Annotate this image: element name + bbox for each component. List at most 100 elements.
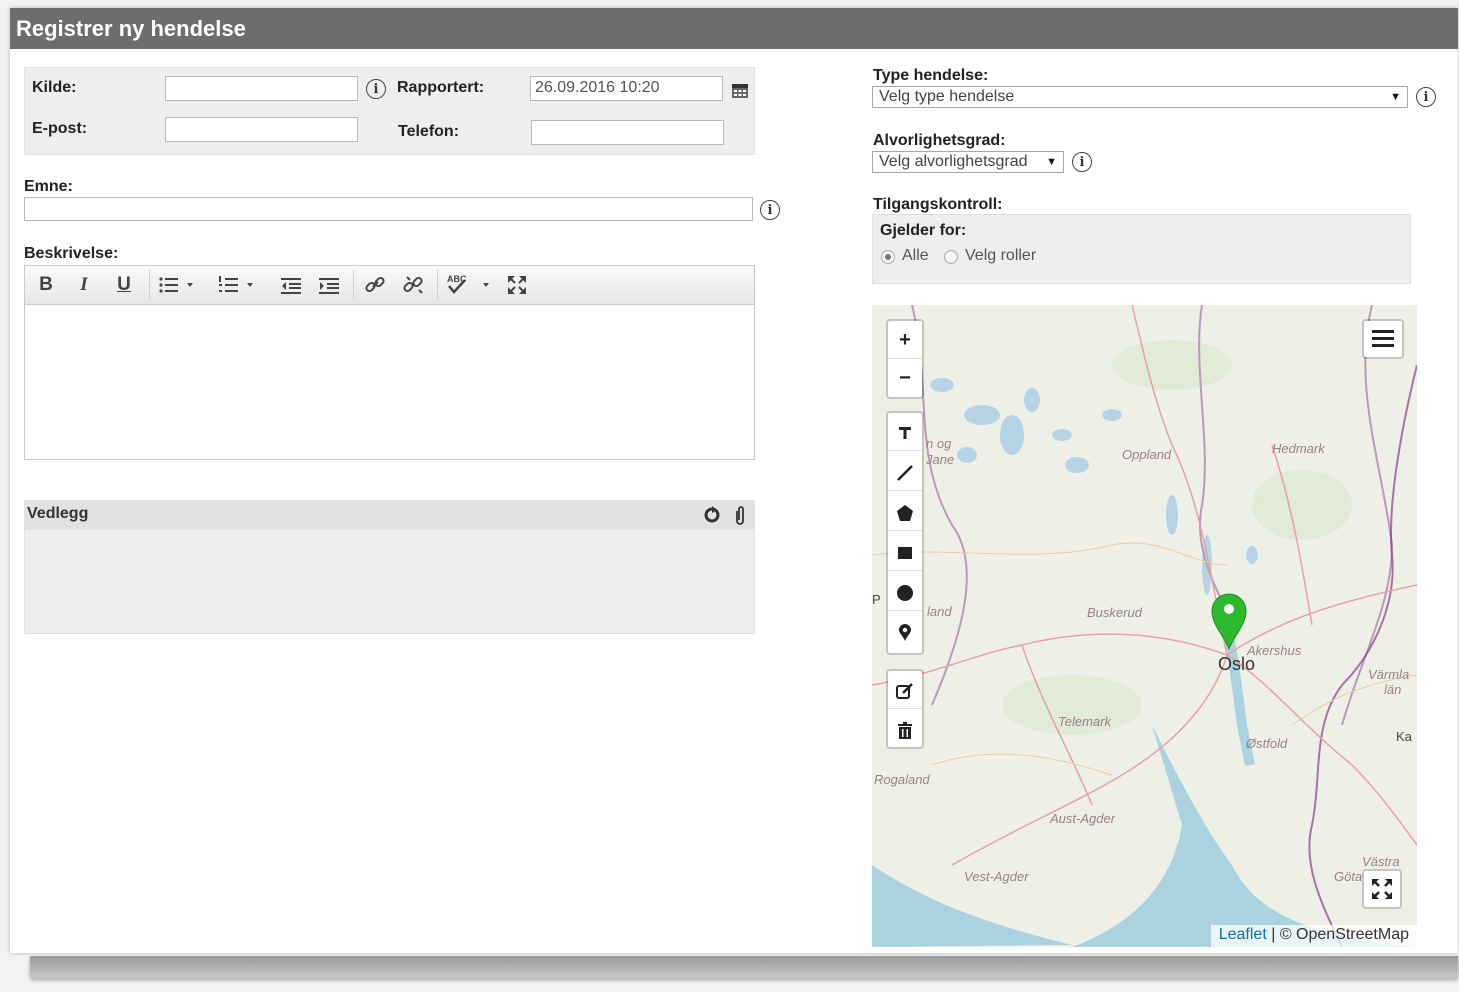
map-attribution: Leaflet | © OpenStreetMap xyxy=(1210,925,1417,947)
attachments-header xyxy=(24,500,755,530)
event-type-info-icon[interactable]: i xyxy=(1416,87,1436,107)
trash-icon xyxy=(898,721,912,739)
attachments-label: Vedlegg xyxy=(27,505,89,522)
circle-icon xyxy=(897,584,913,601)
delete-layers-button[interactable] xyxy=(888,711,922,749)
underline-button[interactable]: U xyxy=(111,272,137,298)
draw-toolbar xyxy=(886,411,924,655)
draw-rectangle-button[interactable] xyxy=(888,533,922,571)
polygon-icon xyxy=(897,504,913,521)
zoom-in-button[interactable]: + xyxy=(888,321,922,359)
event-type-label: Type hendelse: xyxy=(873,67,989,84)
draw-polyline-button[interactable] xyxy=(888,453,922,491)
map-label-land: land xyxy=(927,604,952,619)
bullet-list-icon xyxy=(159,277,193,293)
radio-roles-label: Velg roller xyxy=(965,247,1037,264)
draw-polygon-button[interactable] xyxy=(888,493,922,531)
email-input[interactable] xyxy=(165,117,358,142)
refresh-icon[interactable] xyxy=(703,506,721,524)
radio-roles[interactable] xyxy=(944,250,958,264)
subject-input[interactable] xyxy=(24,197,753,221)
draw-circle-button[interactable] xyxy=(888,573,922,611)
map[interactable]: Oppland Hedmark Buskerud Akershus Oslo T… xyxy=(872,305,1417,947)
access-label: Tilgangskontroll: xyxy=(873,196,1003,213)
radio-all[interactable] xyxy=(881,250,895,264)
menu-icon xyxy=(1372,330,1394,347)
zoom-out-button[interactable]: − xyxy=(888,359,922,397)
toolbar-separator xyxy=(149,270,150,300)
source-info-icon[interactable]: i xyxy=(366,79,386,99)
indent-icon xyxy=(319,278,339,294)
draw-marker-button[interactable] xyxy=(888,613,922,651)
calendar-icon[interactable] xyxy=(731,81,749,99)
outdent-button[interactable] xyxy=(277,272,305,298)
severity-label: Alvorlighetsgrad: xyxy=(873,132,1006,149)
numbered-list-icon xyxy=(219,276,253,292)
subject-info-icon[interactable]: i xyxy=(760,200,780,220)
dropdown-arrow-icon: ▼ xyxy=(1390,91,1401,103)
subject-label: Emne: xyxy=(24,178,73,195)
text-tool-icon xyxy=(899,426,911,439)
severity-selected: Velg alvorlighetsgrad xyxy=(879,153,1028,170)
spellcheck-button[interactable]: ABC xyxy=(443,272,495,298)
map-label-hedmark: Hedmark xyxy=(1272,441,1325,456)
unlink-button[interactable] xyxy=(399,272,427,298)
phone-input[interactable] xyxy=(531,120,724,145)
description-label: Beskrivelse: xyxy=(24,245,119,262)
edit-layers-button[interactable] xyxy=(888,671,922,709)
numbered-list-button[interactable] xyxy=(217,272,257,298)
map-label-ka: Ka xyxy=(1396,729,1412,744)
source-input[interactable] xyxy=(165,76,358,101)
edit-toolbar xyxy=(886,669,924,749)
description-editor[interactable] xyxy=(24,305,755,460)
map-label-sogn: n og xyxy=(926,436,952,451)
map-label-telemark: Telemark xyxy=(1058,714,1111,729)
map-label-aust-agder: Aust-Agder xyxy=(1050,811,1116,826)
map-label-rogaland: Rogaland xyxy=(874,772,930,787)
severity-info-icon[interactable]: i xyxy=(1072,152,1092,172)
map-label-vest-agder: Vest-Agder xyxy=(964,869,1029,884)
page-title: Registrer ny hendelse xyxy=(10,8,1458,49)
event-type-selected: Velg type hendelse xyxy=(879,88,1015,105)
draw-text-button[interactable] xyxy=(888,413,922,451)
map-label-fjordane: Jane xyxy=(926,452,955,467)
location-marker[interactable] xyxy=(1210,591,1248,651)
edit-icon xyxy=(896,682,913,699)
email-label: E-post: xyxy=(32,120,88,137)
unlink-icon xyxy=(403,276,423,294)
map-label-p: P xyxy=(872,592,881,607)
map-fullscreen-button[interactable] xyxy=(1362,869,1402,909)
source-label: Kilde: xyxy=(32,79,77,96)
bottom-scrollbar[interactable] xyxy=(30,956,1458,978)
map-label-varmland: Värmla xyxy=(1368,667,1410,682)
phone-label: Telefon: xyxy=(398,123,460,140)
marker-icon xyxy=(899,623,911,641)
bullet-list-button[interactable] xyxy=(157,272,197,298)
paperclip-icon[interactable] xyxy=(733,505,747,527)
severity-select[interactable]: Velg alvorlighetsgrad ▼ xyxy=(872,151,1064,173)
applies-label: Gjelder for: xyxy=(880,222,967,239)
fullscreen-icon xyxy=(508,276,526,294)
bold-button[interactable]: B xyxy=(33,272,59,298)
radio-all-label: Alle xyxy=(902,247,929,264)
map-label-akershus: Akershus xyxy=(1247,643,1302,658)
map-label-oppland: Oppland xyxy=(1122,447,1172,462)
fullscreen-button[interactable] xyxy=(503,272,531,298)
map-label-buskerud: Buskerud xyxy=(1087,605,1142,620)
map-label-gota: Göta xyxy=(1334,869,1363,884)
leaflet-link[interactable]: Leaflet xyxy=(1219,926,1267,943)
event-type-select[interactable]: Velg type hendelse ▼ xyxy=(872,86,1408,108)
italic-button[interactable]: I xyxy=(71,272,97,298)
map-label-ostfold: Østfold xyxy=(1246,736,1288,751)
map-label-vastra: Västra xyxy=(1362,854,1400,869)
expand-icon xyxy=(1372,879,1392,899)
editor-toolbar: B I U ABC xyxy=(24,265,755,305)
indent-button[interactable] xyxy=(315,272,343,298)
link-button[interactable] xyxy=(361,272,389,298)
map-tiles xyxy=(872,305,1417,947)
layers-menu-button[interactable] xyxy=(1362,319,1404,359)
reported-input[interactable]: 26.09.2016 10:20 xyxy=(530,76,723,101)
reported-label: Rapportert: xyxy=(397,79,485,96)
dropdown-arrow-icon: ▼ xyxy=(1046,156,1057,168)
toolbar-separator xyxy=(353,270,354,300)
